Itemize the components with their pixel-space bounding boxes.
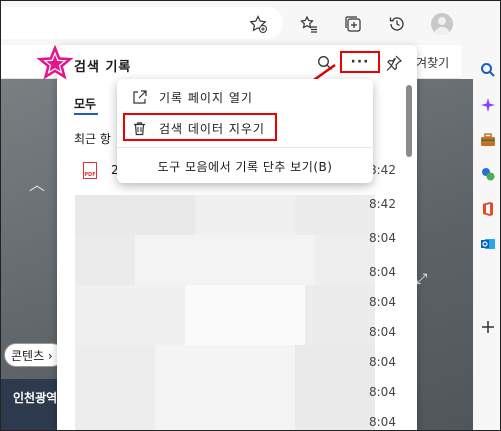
menu-item-show-history-button[interactable]: 도구 모음에서 기록 단추 보기(B) xyxy=(117,152,373,180)
tab-active-indicator xyxy=(74,113,98,115)
collections-icon[interactable] xyxy=(342,13,364,35)
blur-region xyxy=(75,285,185,345)
browser-toolbar xyxy=(1,1,461,45)
blur-region xyxy=(195,195,295,235)
blur-region xyxy=(135,235,315,285)
edge-sidebar xyxy=(473,45,500,430)
blur-region xyxy=(315,235,375,285)
blur-region xyxy=(75,345,155,430)
plus-icon[interactable] xyxy=(479,318,497,336)
blur-region xyxy=(295,195,375,235)
more-options-menu: 기록 페이지 열기 검색 데이터 지우기 도구 모음에서 기록 단추 보기(B) xyxy=(117,79,373,183)
panel-scrollbar[interactable] xyxy=(404,83,412,430)
more-options-button[interactable]: ··· xyxy=(340,51,380,73)
sparkle-icon[interactable] xyxy=(479,96,497,114)
panel-title: 검색 기록 xyxy=(74,60,132,75)
tab-all[interactable]: 모두 xyxy=(74,95,96,112)
content-filter-button[interactable]: 콘텐츠 › xyxy=(4,343,64,367)
blur-region xyxy=(75,235,135,285)
blur-region xyxy=(185,285,305,345)
expand-icon[interactable]: ⤢ xyxy=(416,271,427,287)
menu-item-open-history-page[interactable]: 기록 페이지 열기 xyxy=(117,83,373,111)
pdf-file-icon: PDF xyxy=(83,162,97,179)
pin-icon[interactable] xyxy=(385,54,403,72)
browser-window: 즐겨찾기 ︿ ⤢ 콘텐츠 › 인천광역 검색 기록 ··· 모두 최근 항 PD… xyxy=(0,0,501,431)
search-icon[interactable] xyxy=(479,61,497,79)
menu-item-label: 기록 페이지 열기 xyxy=(159,90,253,105)
news-headline[interactable]: 인천광역 xyxy=(1,379,63,430)
address-bar[interactable] xyxy=(1,7,283,39)
open-external-icon xyxy=(131,89,147,105)
history-list-blurred xyxy=(75,195,375,430)
office-icon[interactable] xyxy=(479,200,497,218)
blur-region xyxy=(155,345,295,430)
toolbox-icon[interactable] xyxy=(479,131,497,149)
outlook-icon[interactable] xyxy=(479,235,497,253)
trash-icon xyxy=(131,120,147,136)
chevron-up-icon[interactable]: ︿ xyxy=(29,171,45,195)
blur-region xyxy=(75,195,195,235)
star-add-icon[interactable] xyxy=(247,13,269,35)
scroll-thumb[interactable] xyxy=(406,85,412,157)
blur-region xyxy=(305,285,375,345)
favorites-icon[interactable] xyxy=(298,13,320,35)
blur-region xyxy=(295,345,375,430)
highlight-star-icon xyxy=(35,44,75,85)
menu-item-label: 도구 모음에서 기록 단추 보기(B) xyxy=(157,159,333,174)
section-recent-label: 최근 항 xyxy=(74,132,111,146)
profile-icon[interactable] xyxy=(431,13,453,35)
history-icon[interactable] xyxy=(386,13,408,35)
menu-item-clear-browsing-data[interactable]: 검색 데이터 지우기 xyxy=(117,114,373,142)
menu-item-label: 검색 데이터 지우기 xyxy=(159,121,265,136)
menu-separator xyxy=(117,147,373,148)
games-icon[interactable] xyxy=(479,165,497,183)
